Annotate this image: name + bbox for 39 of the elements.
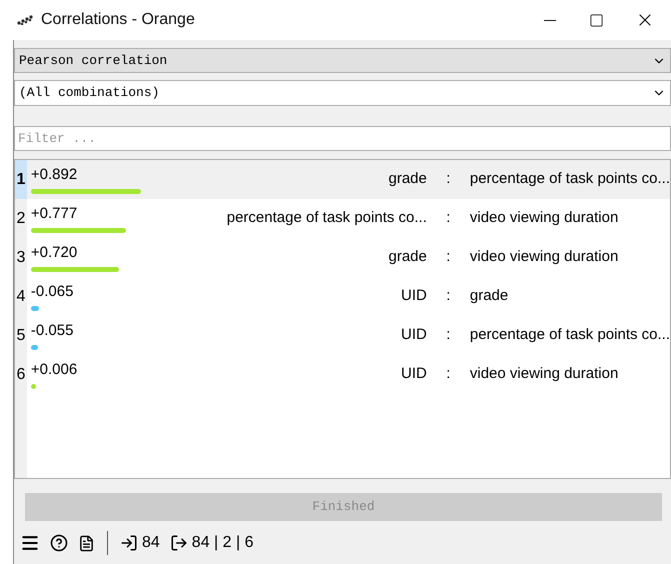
input-icon[interactable] [120,534,138,552]
feature-dropdown[interactable]: (All combinations) [14,80,671,106]
feature-name: video viewing duration [470,364,618,384]
feature-name: UID [400,286,427,306]
separator-colon: : [445,325,452,346]
correlation-value: +0.720 [30,244,78,262]
correlation-value: -0.065 [30,282,74,300]
menu-icon[interactable] [20,533,40,553]
output-icon[interactable] [170,534,188,552]
separator-colon: : [445,208,452,228]
correlation-value: +0.892 [30,166,78,184]
feature-name: grade [470,286,508,306]
feature-name: grade [388,169,427,190]
report-icon[interactable] [78,534,95,552]
feature-name: video viewing duration [470,247,618,268]
feature-name: UID [400,325,427,346]
separator-colon: : [445,247,452,268]
help-icon[interactable] [50,534,68,552]
app-logo-icon [17,15,33,25]
maximize-icon [588,12,604,28]
separator-colon: : [445,169,452,190]
separator-colon: : [445,286,452,306]
correlation-value: +0.006 [30,360,78,378]
method-dropdown[interactable]: Pearson correlation [14,48,671,73]
output-count: 84 | 2 | 6 [192,533,254,553]
feature-name: percentage of task points co... [226,208,427,228]
feature-name: percentage of task points co... [470,169,670,190]
row-header[interactable]: 1 [15,160,27,199]
feature-name: UID [400,364,427,384]
table-row[interactable]: +0.892 grade : percentage of task points co... [26,160,670,199]
separator-colon: : [445,364,452,384]
correlation-value: -0.055 [30,322,74,340]
input-count: 84 [142,533,160,553]
feature-name: grade [388,247,427,268]
window-title: Correlations - Orange [41,10,195,30]
feature-name: video viewing duration [470,208,618,228]
filter-field[interactable]: Filter ... [14,126,671,151]
feature-name: percentage of task points co... [470,325,670,346]
correlation-value: +0.777 [30,204,78,222]
